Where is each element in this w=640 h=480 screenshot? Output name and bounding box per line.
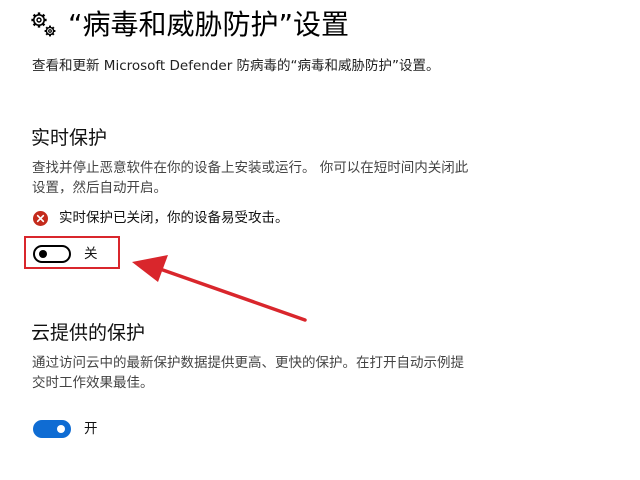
page-subtitle: 查看和更新 Microsoft Defender 防病毒的“病毒和威胁防护”设置… xyxy=(32,58,440,74)
cloud-protection-toggle[interactable] xyxy=(33,420,71,438)
settings-gears-icon xyxy=(31,12,56,37)
cloud-toggle-label: 开 xyxy=(84,421,98,437)
error-icon xyxy=(33,210,48,226)
cloud-desc-line1: 通过访问云中的最新保护数据提供更高、更快的保护。在打开自动示例提 xyxy=(32,355,464,371)
page-title: “病毒和威胁防护”设置 xyxy=(68,8,350,41)
realtime-protection-toggle[interactable] xyxy=(33,245,71,263)
cloud-protection-description: 通过访问云中的最新保护数据提供更高、更快的保护。在打开自动示例提 交时工作效果最… xyxy=(32,353,532,393)
realtime-toggle-label: 关 xyxy=(84,246,98,262)
settings-page: “病毒和威胁防护”设置 查看和更新 Microsoft Defender 防病毒… xyxy=(0,0,640,480)
realtime-protection-title: 实时保护 xyxy=(31,127,108,149)
realtime-warning: 实时保护已关闭，你的设备易受攻击。 xyxy=(33,208,289,228)
cloud-desc-line2: 交时工作效果最佳。 xyxy=(32,375,154,391)
realtime-warning-text: 实时保护已关闭，你的设备易受攻击。 xyxy=(59,210,289,226)
realtime-desc-line2: 设置，然后自动开启。 xyxy=(32,180,167,196)
cloud-protection-title: 云提供的保护 xyxy=(31,322,146,344)
realtime-desc-line1: 查找并停止恶意软件在你的设备上安装或运行。 你可以在短时间内关闭此 xyxy=(32,160,469,176)
realtime-protection-description: 查找并停止恶意软件在你的设备上安装或运行。 你可以在短时间内关闭此 设置，然后自… xyxy=(32,158,532,198)
toggle-knob xyxy=(57,425,65,433)
page-header: “病毒和威胁防护”设置 xyxy=(30,6,349,44)
toggle-knob xyxy=(39,250,47,258)
